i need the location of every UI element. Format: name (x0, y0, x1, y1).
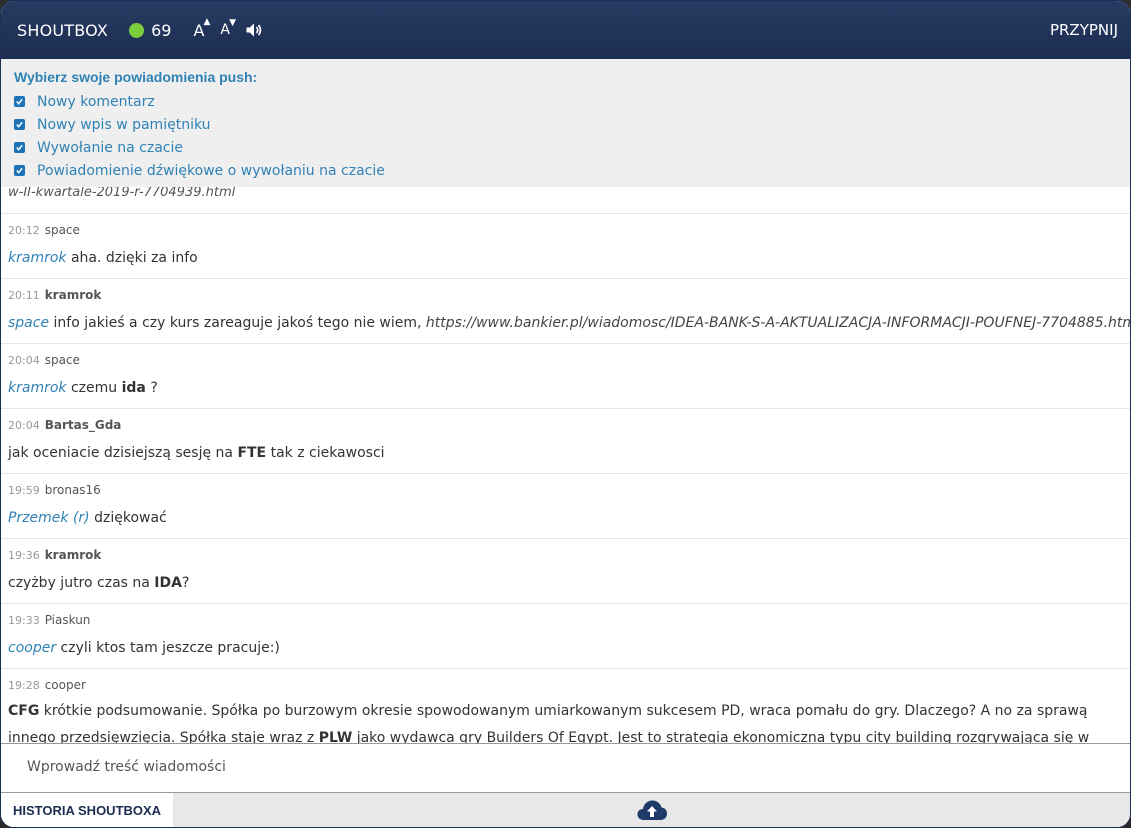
message-author[interactable]: Bartas_Gda (45, 418, 122, 432)
message-item: 20:04 space kramrok czemu ida ? (1, 344, 1130, 409)
shoutbox-panel: SHOUTBOX 69 A ▲ A ▼ PRZYPNIJ Wybierz swoje… (0, 0, 1131, 828)
message-item: 19:28 cooper CFG krótkie podsumowanie. Sp… (1, 669, 1130, 743)
online-count: 69 (151, 20, 172, 40)
message-mention[interactable]: cooper (8, 640, 56, 656)
push-option-diary[interactable]: Nowy wpis w pamiętniku (14, 113, 1117, 136)
shoutbox-title[interactable]: SHOUTBOX (17, 21, 108, 40)
push-notifications-panel: Wybierz swoje powiadomienia push: Nowy k… (1, 59, 1130, 187)
message-input[interactable]: Wprowadź treść wiadomości (1, 743, 1130, 793)
message-time: 20:12 (8, 224, 40, 237)
message-text: ? (181, 575, 190, 591)
message-time: 19:28 (8, 679, 40, 692)
message-fragment: w-II-kwartale-2019-r-7704939.html (1, 187, 1130, 214)
message-item: 20:12 space kramrok aha. dzięki za info (1, 214, 1130, 279)
message-author[interactable]: bronas16 (45, 483, 101, 497)
message-item: 19:33 Piaskun cooper czyli ktos tam jeszc… (1, 604, 1130, 669)
message-ticker: CFG (8, 703, 40, 719)
message-list[interactable]: w-II-kwartale-2019-r-7704939.html 20:12 s… (1, 187, 1130, 743)
pin-button[interactable]: PRZYPNIJ (1050, 21, 1118, 39)
message-text: czyżby jutro czas na (8, 575, 155, 591)
message-ticker: FTE (237, 445, 267, 461)
message-author[interactable]: space (45, 353, 80, 367)
message-time: 20:04 (8, 419, 40, 432)
message-author[interactable]: kramrok (45, 548, 102, 562)
message-item: 19:59 bronas16 Przemek (r) dziękować (1, 474, 1130, 539)
message-ticker: PLW (318, 730, 353, 743)
message-author[interactable]: space (45, 223, 80, 237)
message-link[interactable]: https://www.bankier.pl/wiadomosc/IDEA-BA… (426, 315, 1130, 331)
push-option-comment[interactable]: Nowy komentarz (14, 90, 1117, 113)
push-option-label: Nowy komentarz (37, 93, 155, 110)
history-button[interactable]: HISTORIA SHOUTBOXA (1, 793, 174, 827)
checkbox-checked-icon[interactable] (14, 119, 25, 130)
message-author[interactable]: cooper (45, 678, 86, 692)
message-text: jak oceniacie dzisiejszą sesję na (8, 445, 238, 461)
message-item: 20:04 Bartas_Gda jak oceniacie dzisiejszą… (1, 409, 1130, 474)
sound-icon[interactable] (244, 20, 264, 40)
arrow-down-icon: ▼ (229, 18, 236, 28)
push-option-label: Wywołanie na czacie (37, 139, 184, 156)
push-option-sound[interactable]: Powiadomienie dźwiękowe o wywołaniu na c… (14, 159, 1117, 182)
message-mention[interactable]: kramrok (8, 250, 67, 266)
message-text: czyli ktos tam jeszcze pracuje:) (56, 640, 280, 656)
message-author[interactable]: kramrok (45, 288, 102, 302)
checkbox-checked-icon[interactable] (14, 96, 25, 107)
message-time: 19:59 (8, 484, 40, 497)
message-ticker: IDA (154, 575, 182, 591)
shoutbox-footer: HISTORIA SHOUTBOXA (1, 793, 1130, 827)
font-increase-icon[interactable]: A ▲ (193, 17, 210, 40)
message-ticker: ida (121, 380, 146, 396)
message-text: ? (145, 380, 158, 396)
message-time: 19:36 (8, 549, 40, 562)
message-time: 19:33 (8, 614, 40, 627)
font-decrease-icon[interactable]: A ▼ (220, 18, 236, 38)
online-status-icon (129, 22, 145, 38)
push-option-label: Nowy wpis w pamiętniku (37, 116, 211, 133)
message-text: tak z ciekawosci (266, 445, 385, 461)
message-item: 20:11 kramrok space info jakieś a czy kur… (1, 279, 1130, 344)
message-item: 19:36 kramrok czyżby jutro czas na IDA? (1, 539, 1130, 604)
message-time: 20:04 (8, 354, 40, 367)
push-option-label: Powiadomienie dźwiękowe o wywołaniu na c… (37, 162, 385, 179)
push-option-mention[interactable]: Wywołanie na czacie (14, 136, 1117, 159)
message-mention[interactable]: space (8, 315, 49, 331)
shoutbox-header: SHOUTBOX 69 A ▲ A ▼ PRZYPNIJ (1, 1, 1130, 59)
message-text: dziękować (89, 510, 167, 526)
arrow-up-icon: ▲ (203, 16, 211, 27)
message-text: info jakieś a czy kurs zareaguje jakoś t… (49, 315, 426, 331)
message-input-placeholder: Wprowadź treść wiadomości (27, 759, 226, 775)
message-author[interactable]: Piaskun (45, 613, 91, 627)
message-mention[interactable]: Przemek (r) (8, 510, 90, 526)
message-text: aha. dzięki za info (66, 250, 198, 266)
message-text: czemu (66, 380, 122, 396)
checkbox-checked-icon[interactable] (14, 142, 25, 153)
checkbox-checked-icon[interactable] (14, 165, 25, 176)
message-time: 20:11 (8, 289, 40, 302)
push-title: Wybierz swoje powiadomienia push: (14, 69, 258, 85)
message-mention[interactable]: kramrok (8, 380, 67, 396)
cloud-upload-icon[interactable] (636, 798, 668, 822)
